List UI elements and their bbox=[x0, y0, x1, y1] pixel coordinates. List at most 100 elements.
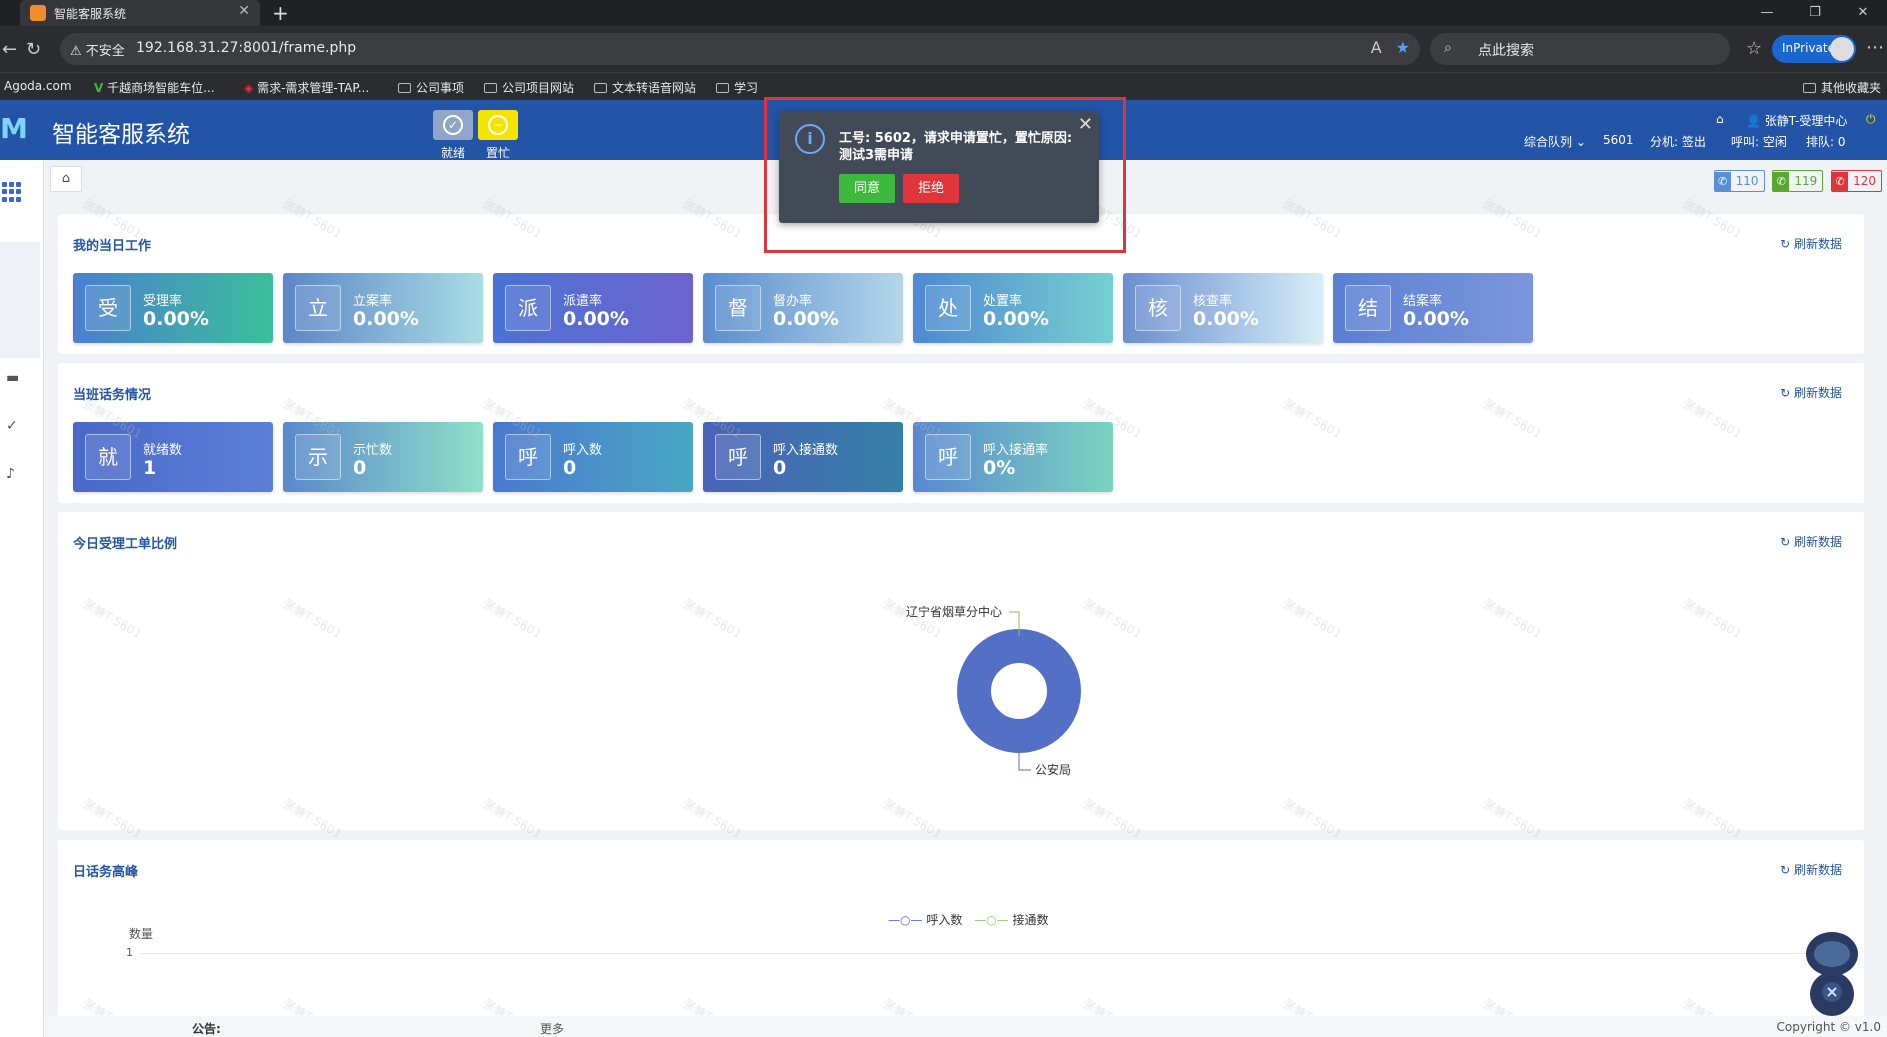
check-circle-icon[interactable]: ✓ bbox=[6, 418, 18, 434]
call-card[interactable]: 呼 呼入接通率 0% bbox=[913, 422, 1113, 492]
kpi-label: 结案率 bbox=[1403, 294, 1443, 309]
tab-close-icon[interactable]: ✕ bbox=[238, 3, 250, 19]
bookmark-folder-projects[interactable]: 公司项目网站 bbox=[484, 79, 574, 96]
power-icon[interactable]: ⏻ bbox=[1866, 112, 1876, 127]
shift-calls-title: 当班话务情况 bbox=[73, 388, 152, 403]
kpi-card[interactable]: 督 督办率 0.00% bbox=[703, 273, 903, 343]
phone-icon: ✆ bbox=[1832, 172, 1849, 192]
bookmark-folder-company[interactable]: 公司事项 bbox=[398, 79, 464, 96]
bookmark-parking[interactable]: V 千越商场智能车位... bbox=[94, 79, 215, 96]
kpi-card[interactable]: 处 处置率 0.00% bbox=[913, 273, 1113, 343]
call-icon: 就 bbox=[85, 434, 131, 480]
hotline-badges: ✆ 110 ✆ 119 ✆ 120 bbox=[1710, 170, 1882, 192]
kpi-label: 处置率 bbox=[983, 294, 1023, 309]
more-icon[interactable]: ⋯ bbox=[1866, 37, 1884, 58]
not-secure-warning[interactable]: ⚠ 不安全 bbox=[70, 40, 125, 59]
favorite-star-icon[interactable]: ★ bbox=[1396, 38, 1410, 57]
url-text[interactable]: 192.168.31.27:8001/frame.php bbox=[136, 40, 356, 56]
hotline-110-badge[interactable]: ✆ 110 bbox=[1713, 170, 1765, 192]
kpi-icon: 核 bbox=[1135, 285, 1181, 331]
shift-calls-panel: 当班话务情况 ↻ 刷新数据 就 就绪数 1 示 示忙数 0 呼 呼入数 0 呼 … bbox=[58, 363, 1864, 503]
ready-button[interactable]: ✓ bbox=[433, 110, 473, 140]
call-icon: 呼 bbox=[505, 434, 551, 480]
home-icon[interactable]: ⌂ bbox=[1716, 112, 1724, 126]
browser-tab[interactable]: 智能客服系统 ✕ bbox=[20, 0, 260, 26]
kpi-label: 立案率 bbox=[353, 294, 393, 309]
minimize-icon[interactable]: — bbox=[1743, 0, 1791, 26]
legend-connected[interactable]: —○— 接通数 bbox=[974, 913, 1048, 927]
legend-calls-in[interactable]: —○— 呼入数 bbox=[888, 913, 962, 927]
window-controls: — ❐ ✕ bbox=[1743, 0, 1887, 26]
chat-icon[interactable]: ▬ bbox=[6, 370, 19, 386]
ratio-donut-chart: 辽宁省烟草分中心 公安局 bbox=[906, 604, 1081, 777]
url-field[interactable]: ⚠ 不安全 192.168.31.27:8001/frame.php A ★ bbox=[60, 33, 1420, 65]
call-value: 1 bbox=[143, 457, 157, 479]
inprivate-button[interactable]: InPrivate bbox=[1772, 35, 1856, 63]
kpi-icon: 立 bbox=[295, 285, 341, 331]
bookmark-folder-study[interactable]: 学习 bbox=[716, 79, 758, 96]
window-close-icon[interactable]: ✕ bbox=[1839, 0, 1887, 26]
search-placeholder: 点此搜索 bbox=[1478, 43, 1534, 59]
daily-work-title: 我的当日工作 bbox=[73, 239, 152, 254]
bookmarks-bar: Agoda.com V 千越商场智能车位... ◈ 需求-需求管理-TAP...… bbox=[0, 72, 1887, 100]
new-tab-button[interactable]: + bbox=[272, 1, 289, 25]
sidebar-active-item[interactable] bbox=[0, 242, 40, 358]
user-menu[interactable]: 👤 张静T-受理中心 bbox=[1746, 112, 1847, 129]
bookmark-agoda[interactable]: Agoda.com bbox=[4, 79, 72, 93]
busy-label: 置忙 bbox=[486, 146, 511, 160]
kpi-value: 0.00% bbox=[353, 308, 419, 330]
favorites-icon[interactable]: ☆ bbox=[1746, 38, 1762, 59]
search-icon: ⌕ bbox=[1444, 40, 1452, 56]
browser-search-field[interactable]: ⌕ 点此搜索 bbox=[1430, 33, 1730, 65]
queue-dropdown[interactable]: 综合队列 ⌄ bbox=[1524, 133, 1586, 150]
refresh-button[interactable]: ↻ 刷新数据 bbox=[1780, 533, 1842, 550]
more-link[interactable]: 更多 bbox=[540, 1020, 564, 1037]
call-value: 0 bbox=[773, 457, 787, 479]
bookmark-folder-tts[interactable]: 文本转语音网站 bbox=[594, 79, 696, 96]
restore-icon[interactable]: ❐ bbox=[1791, 0, 1839, 26]
back-icon[interactable]: ← bbox=[2, 39, 17, 60]
sidebar: ▬ ✓ ♪ bbox=[0, 160, 44, 1037]
apps-grid-icon[interactable] bbox=[2, 182, 22, 202]
read-aloud-icon[interactable]: A bbox=[1371, 38, 1382, 57]
kpi-card[interactable]: 立 立案率 0.00% bbox=[283, 273, 483, 343]
profile-avatar bbox=[1830, 37, 1854, 61]
phone-icon: ✆ bbox=[1773, 172, 1790, 192]
kpi-label: 派遣率 bbox=[563, 294, 603, 309]
bookmark-folder-other[interactable]: 其他收藏夹 bbox=[1803, 79, 1881, 96]
call-card[interactable]: 呼 呼入数 0 bbox=[493, 422, 693, 492]
notice-label: 公告: bbox=[192, 1022, 221, 1036]
kpi-card[interactable]: 受 受理率 0.00% bbox=[73, 273, 273, 343]
queue-label: 综合队列 bbox=[1524, 135, 1573, 149]
call-card[interactable]: 就 就绪数 1 bbox=[73, 422, 273, 492]
kpi-card[interactable]: 结 结案率 0.00% bbox=[1333, 273, 1533, 343]
reload-icon[interactable]: ↻ bbox=[26, 39, 41, 60]
kpi-card[interactable]: 派 派遣率 0.00% bbox=[493, 273, 693, 343]
refresh-button[interactable]: ↻ 刷新数据 bbox=[1780, 861, 1842, 878]
bell-icon[interactable]: ♪ bbox=[6, 466, 15, 482]
queue-count: 排队: 0 bbox=[1806, 135, 1846, 149]
ready-label: 就绪 bbox=[441, 146, 466, 160]
call-icon: 呼 bbox=[925, 434, 971, 480]
kpi-icon: 结 bbox=[1345, 285, 1391, 331]
check-icon: ✓ bbox=[443, 115, 463, 135]
user-name: 张静T-受理中心 bbox=[1764, 114, 1848, 128]
call-card[interactable]: 呼 呼入接通数 0 bbox=[703, 422, 903, 492]
kpi-icon: 派 bbox=[505, 285, 551, 331]
donut-slice-police[interactable] bbox=[957, 629, 1081, 753]
busy-button[interactable]: − bbox=[478, 110, 518, 140]
refresh-button[interactable]: ↻ 刷新数据 bbox=[1780, 384, 1842, 401]
assistant-robot-icon[interactable] bbox=[1800, 928, 1864, 1018]
kpi-card[interactable]: 核 核查率 0.00% bbox=[1123, 273, 1323, 343]
call-status: 呼叫: 空闲 bbox=[1731, 135, 1787, 149]
call-card[interactable]: 示 示忙数 0 bbox=[283, 422, 483, 492]
kpi-label: 督办率 bbox=[773, 294, 813, 309]
bookmark-tapd[interactable]: ◈ 需求-需求管理-TAP... bbox=[244, 79, 369, 96]
browser-tabbar: 智能客服系统 ✕ + — ❐ ✕ bbox=[0, 0, 1887, 26]
hotline-119-badge[interactable]: ✆ 119 bbox=[1772, 170, 1824, 192]
ratio-panel: 今日受理工单比例 ↻ 刷新数据 辽宁省烟草分中心 公安局 bbox=[58, 512, 1864, 830]
refresh-button[interactable]: ↻ 刷新数据 bbox=[1780, 235, 1842, 252]
tab-home[interactable]: ⌂ bbox=[50, 166, 82, 192]
call-value: 0 bbox=[563, 457, 577, 479]
hotline-120-badge[interactable]: ✆ 120 bbox=[1831, 170, 1882, 192]
